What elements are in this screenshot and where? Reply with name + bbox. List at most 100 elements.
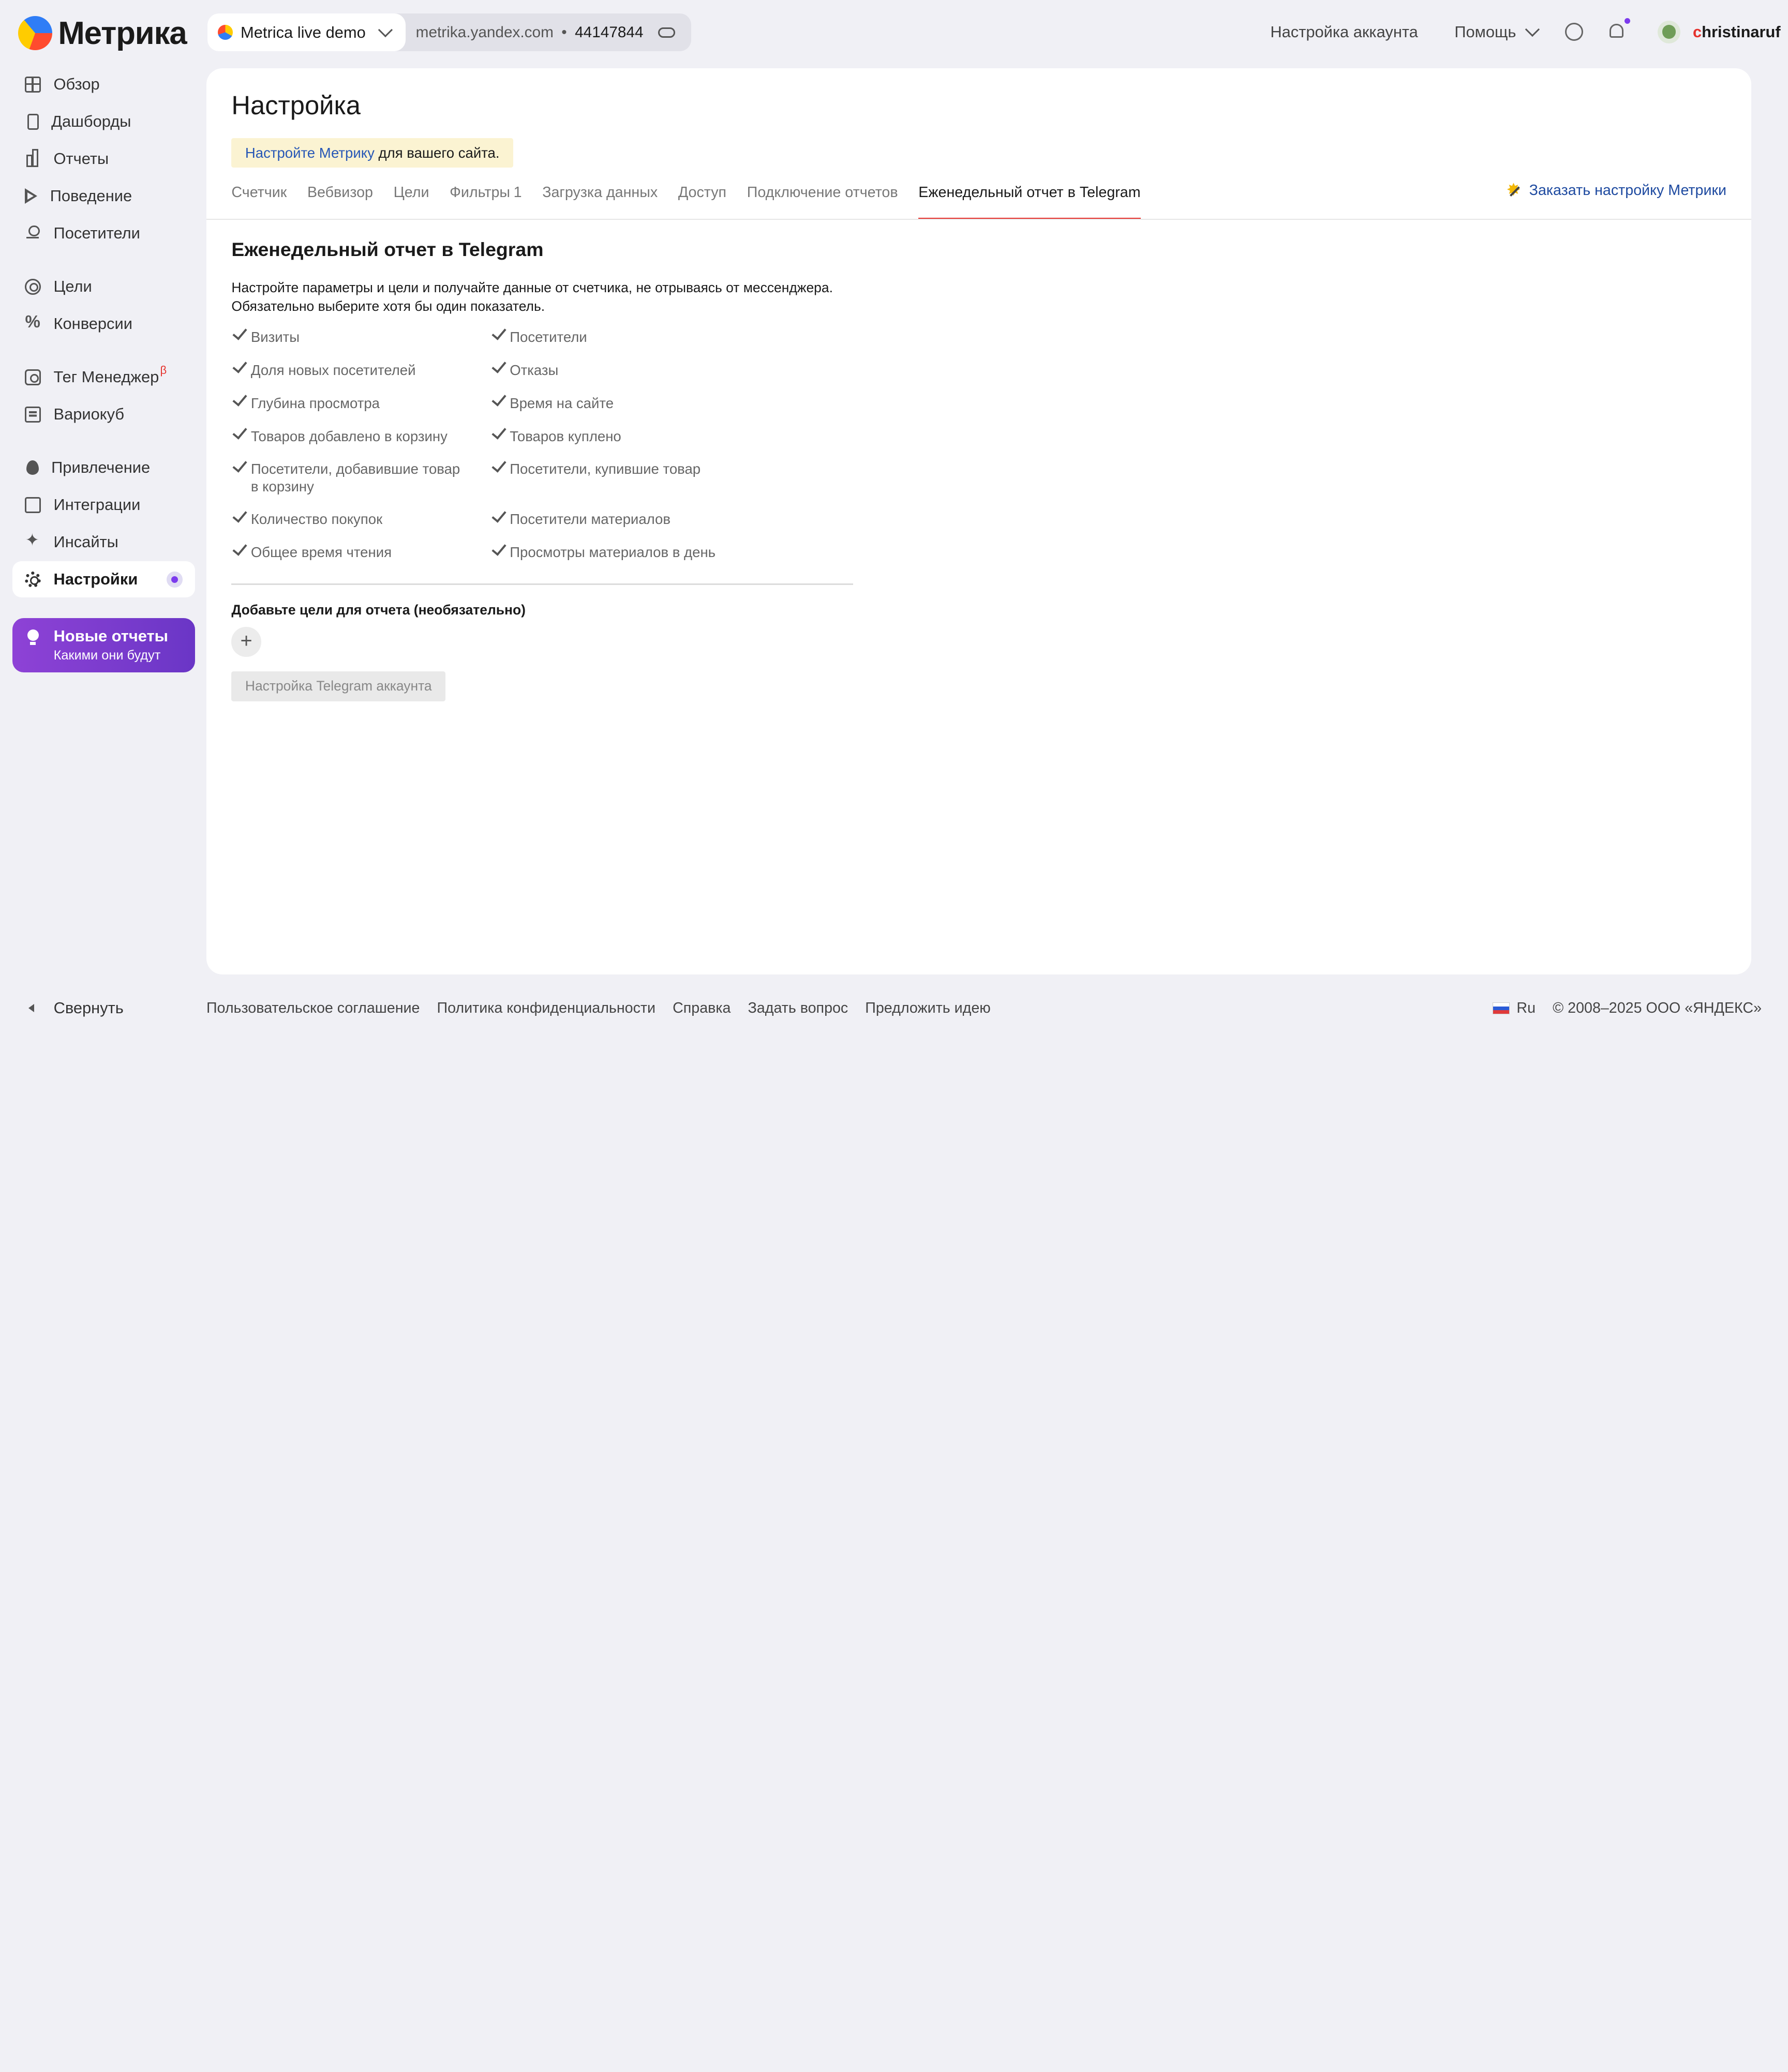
percent-icon — [25, 312, 41, 332]
checkmark-icon — [231, 543, 246, 558]
checkmark-icon — [231, 426, 246, 441]
help-menu[interactable]: Помощь — [1454, 22, 1542, 41]
footer-link-idea[interactable]: Предложить идею — [865, 1000, 990, 1017]
app-root: Метрика Metrica live demo metrika.yandex… — [0, 0, 1788, 1037]
section-title: Еженедельный отчет в Telegram — [231, 238, 544, 260]
collapse-sidebar-button[interactable]: Свернуть — [28, 999, 124, 1017]
order-setup-link[interactable]: ✸ Заказать настройку Метрики — [1504, 180, 1726, 201]
footer-link-privacy[interactable]: Политика конфиденциальности — [437, 1000, 656, 1017]
goals-title: Добавьте цели для отчета (необязательно) — [231, 602, 526, 618]
checkbox-time-on-site[interactable]: Время на сайте — [490, 395, 726, 412]
sidebar-item-overview[interactable]: Обзор — [12, 66, 195, 103]
checkbox-visits[interactable]: Визиты — [231, 328, 467, 346]
checkbox-page-depth[interactable]: Глубина просмотра — [231, 395, 467, 412]
person-icon — [25, 225, 41, 242]
checkbox-purchases-count[interactable]: Количество покупок — [231, 511, 467, 528]
sidebar-item-tag-manager[interactable]: Тег Менеджер β — [12, 359, 195, 396]
checkbox-content-visitors[interactable]: Посетители материалов — [490, 511, 726, 528]
footer-links: Пользовательское соглашение Политика кон… — [206, 1000, 991, 1017]
filters-count: 1 — [513, 184, 522, 201]
page-title: Настройка — [231, 91, 361, 121]
section-divider — [231, 583, 853, 585]
cloud-icon — [658, 27, 676, 38]
gear-icon — [25, 571, 41, 588]
sidebar-item-conversions[interactable]: Конверсии — [12, 306, 195, 342]
checkbox-items-purchased[interactable]: Товаров куплено — [490, 428, 726, 445]
header-right: Настройка аккаунта Помощь christinaruf — [1270, 18, 1781, 43]
russian-flag-icon — [1493, 1002, 1510, 1014]
metrika-logo-icon — [18, 16, 53, 51]
chevron-down-icon — [1525, 22, 1540, 37]
add-goal-button[interactable]: + — [231, 627, 261, 657]
chat-icon[interactable] — [1565, 23, 1584, 41]
help-label: Помощь — [1454, 22, 1516, 41]
dashboard-icon — [27, 113, 39, 130]
sidebar: Обзор Дашборды Отчеты Поведение Посетите… — [12, 66, 195, 598]
sidebar-item-visitors[interactable]: Посетители — [12, 215, 195, 252]
sidebar-item-reports[interactable]: Отчеты — [12, 141, 195, 177]
counter-info: metrika.yandex.com • 44147844 — [406, 13, 691, 51]
sidebar-item-goals[interactable]: Цели — [12, 268, 195, 305]
logo-text: Метрика — [58, 15, 187, 51]
account-settings-link[interactable]: Настройка аккаунта — [1270, 23, 1418, 41]
username[interactable]: christinaruf — [1693, 23, 1781, 41]
setup-notice: Настройте Метрику для вашего сайта. — [231, 138, 513, 168]
copyright: © 2008–2025 ООО «ЯНДЕКС» — [1553, 999, 1762, 1016]
checkbox-visitors-added-to-cart[interactable]: Посетители, добавившие товар в корзину — [231, 460, 467, 494]
puzzle-icon — [25, 497, 41, 513]
bar-chart-icon — [25, 148, 41, 167]
counter-logo-icon — [217, 25, 233, 40]
counter-name-dropdown[interactable]: Metrica live demo — [207, 13, 406, 52]
checkbox-new-visitors-share[interactable]: Доля новых посетителей — [231, 362, 467, 379]
play-icon — [25, 188, 38, 204]
footer-link-ask[interactable]: Задать вопрос — [748, 1000, 848, 1017]
checkmark-icon — [231, 509, 246, 524]
tab-access[interactable]: Доступ — [678, 179, 726, 219]
tab-webvisor[interactable]: Вебвизор — [307, 179, 373, 219]
promo-title: Новые отчеты — [53, 627, 168, 645]
counter-domain: metrika.yandex.com — [415, 23, 554, 41]
tab-filters[interactable]: Фильтры 1 — [450, 179, 522, 219]
setup-metrika-link[interactable]: Настройте Метрику — [245, 145, 375, 161]
telegram-account-settings-button[interactable]: Настройка Telegram аккаунта — [231, 671, 446, 701]
language-switch[interactable]: Ru — [1516, 1000, 1536, 1017]
checkbox-visitors[interactable]: Посетители — [490, 328, 726, 346]
checkbox-content-views-per-day[interactable]: Просмотры материалов в день — [490, 544, 726, 561]
bell-icon[interactable] — [1607, 18, 1630, 41]
sidebar-item-acquisition[interactable]: Привлечение — [12, 449, 195, 486]
tab-counter[interactable]: Счетчик — [231, 179, 287, 219]
tabs-divider — [206, 219, 1752, 220]
sidebar-item-insights[interactable]: Инсайты — [12, 524, 195, 561]
avatar[interactable] — [1657, 20, 1680, 43]
footer-link-help[interactable]: Справка — [673, 1000, 731, 1017]
checkmark-icon — [490, 509, 505, 524]
checkbox-bounces[interactable]: Отказы — [490, 362, 726, 379]
footer-right: Ru © 2008–2025 ООО «ЯНДЕКС» — [1493, 1000, 1762, 1017]
tab-telegram-report[interactable]: Еженедельный отчет в Telegram — [918, 179, 1141, 220]
checkbox-total-reading-time[interactable]: Общее время чтения — [231, 544, 467, 561]
checkmark-icon — [231, 459, 246, 474]
checkmark-icon — [490, 426, 505, 441]
sidebar-item-dashboards[interactable]: Дашборды — [12, 103, 195, 140]
checkmark-icon — [490, 393, 505, 408]
sidebar-item-settings[interactable]: Настройки — [12, 561, 195, 598]
counter-selector[interactable]: Metrica live demo metrika.yandex.com • 4… — [207, 13, 692, 52]
sidebar-item-variocube[interactable]: Вариокуб — [12, 396, 195, 433]
sidebar-item-behavior[interactable]: Поведение — [12, 178, 195, 215]
tab-report-connections[interactable]: Подключение отчетов — [747, 179, 898, 219]
tag-icon — [25, 369, 41, 385]
counter-name: Metrica live demo — [241, 23, 366, 41]
metrika-logo[interactable]: Метрика — [18, 15, 187, 52]
tab-data-upload[interactable]: Загрузка данных — [542, 179, 658, 219]
new-reports-promo[interactable]: Новые отчеты Какими они будут — [12, 618, 195, 673]
collapse-label: Свернуть — [53, 998, 124, 1017]
tab-goals[interactable]: Цели — [394, 179, 429, 219]
notice-text: для вашего сайта. — [374, 144, 500, 161]
counter-separator: • — [561, 23, 567, 41]
sparkle-icon — [25, 530, 41, 550]
checkbox-visitors-purchased[interactable]: Посетители, купившие товар — [490, 460, 726, 477]
footer-link-terms[interactable]: Пользовательское соглашение — [206, 1000, 420, 1017]
checkbox-items-added-to-cart[interactable]: Товаров добавлено в корзину — [231, 428, 467, 445]
sidebar-item-integrations[interactable]: Интеграции — [12, 487, 195, 523]
target-icon — [25, 278, 41, 295]
